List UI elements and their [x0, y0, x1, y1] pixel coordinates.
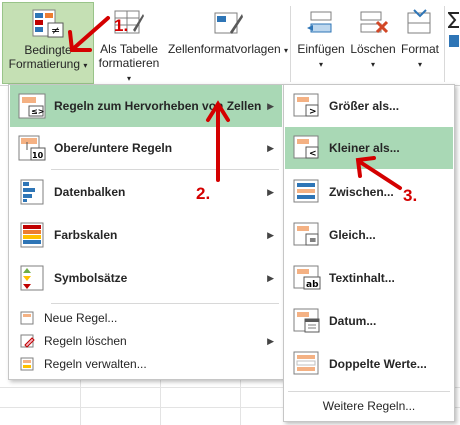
submenu-item-label: Zwischen... [329, 185, 394, 199]
menu-item-label: Datenbalken [54, 185, 126, 199]
conditional-formatting-icon: ≠ [32, 9, 64, 38]
submenu-item-between[interactable]: Zwischen... [285, 171, 453, 213]
svg-text:10: 10 [32, 151, 44, 160]
submenu-item-duplicate-values[interactable]: Doppelte Werte... [285, 343, 453, 385]
dropdown-caret-icon: ▾ [417, 60, 422, 69]
delete-cells-icon [360, 11, 389, 34]
insert-button[interactable]: Einfügen ▾ [294, 2, 348, 84]
dropdown-caret-icon: ▾ [284, 46, 289, 55]
data-bars-icon [10, 178, 54, 206]
svg-text:=: = [309, 236, 317, 246]
svg-text:≤>: ≤> [31, 107, 44, 116]
menu-item-label: Neue Regel... [44, 311, 118, 325]
submenu-item-more-rules[interactable]: Weitere Regeln... [285, 395, 453, 417]
menu-item-label: Symbolsätze [54, 271, 128, 285]
dropdown-caret-icon: ▾ [370, 60, 375, 69]
format-cells-icon [407, 9, 431, 34]
submenu-arrow-icon: ▶ [267, 100, 274, 111]
cond-format-label-1: Bedingte [24, 43, 72, 57]
submenu-item-equal-to[interactable]: = Gleich... [285, 214, 453, 256]
greater-than-icon: > [285, 92, 329, 120]
menu-item-manage-rules[interactable]: Regeln verwalten... [10, 353, 282, 375]
submenu-arrow-icon: ▶ [267, 142, 274, 153]
annotation-step-3: 3. [403, 186, 418, 205]
submenu-item-greater-than[interactable]: > Größer als... [285, 85, 453, 127]
menu-item-icon-sets[interactable]: Symbolsätze ▶ [10, 257, 282, 299]
table-label-2: formatieren ▾ [98, 56, 160, 83]
highlight-cells-rules-icon: ≤> [10, 92, 54, 120]
cell-styles-label: Zellenformatvorlagen ▾ [167, 42, 289, 56]
submenu-arrow-icon: ▶ [267, 335, 274, 346]
submenu-item-label: Gleich... [329, 228, 376, 242]
conditional-formatting-menu: ≤> Regeln zum Hervorheben von Zellen ▶ 1… [8, 84, 284, 380]
svg-text:<: < [309, 149, 317, 159]
menu-separator [51, 169, 279, 170]
dropdown-caret-icon: ▾ [83, 61, 88, 70]
menu-item-highlight-cell-rules[interactable]: ≤> Regeln zum Hervorheben von Zellen ▶ [10, 85, 282, 127]
submenu-item-label: Datum... [329, 314, 377, 328]
submenu-item-less-than[interactable]: < Kleiner als... [285, 127, 453, 169]
menu-item-new-rule[interactable]: Neue Regel... [10, 307, 282, 329]
submenu-item-label: Weitere Regeln... [322, 399, 416, 413]
svg-text:>: > [309, 107, 317, 117]
insert-cells-icon [307, 11, 332, 33]
submenu-item-label: Textinhalt... [329, 271, 395, 285]
submenu-arrow-icon: ▶ [267, 186, 274, 197]
conditional-formatting-button[interactable]: ≠ Bedingte Formatierung ▾ [2, 2, 94, 84]
clear-rules-icon [10, 333, 44, 349]
manage-rules-icon [10, 356, 44, 372]
menu-item-label: Regeln löschen [44, 334, 127, 348]
annotation-step-2: 2. [196, 184, 211, 203]
date-occurring-icon [285, 307, 329, 335]
cond-format-label-2: Formatierung ▾ [8, 57, 88, 71]
format-as-table-button[interactable]: Als Tabelle formatieren ▾ [96, 2, 162, 84]
menu-separator [51, 303, 279, 304]
sum-icon[interactable] [448, 12, 460, 28]
menu-item-color-scales[interactable]: Farbskalen ▶ [10, 214, 282, 256]
submenu-item-label: Größer als... [329, 99, 400, 113]
cell-styles-icon [214, 12, 243, 34]
highlight-cells-submenu: > Größer als... < Kleiner als... Zwische… [283, 84, 455, 422]
insert-label: Einfügen ▾ [297, 42, 345, 69]
submenu-item-label: Doppelte Werte... [329, 357, 427, 371]
dropdown-caret-icon: ▾ [126, 74, 131, 83]
menu-item-label: Obere/untere Regeln [54, 141, 173, 155]
less-than-icon: < [285, 134, 329, 162]
dropdown-caret-icon: ▾ [318, 60, 323, 69]
menu-item-top-bottom-rules[interactable]: 10 Obere/untere Regeln ▶ [10, 127, 282, 169]
submenu-item-date[interactable]: Datum... [285, 300, 453, 342]
submenu-item-text-contains[interactable]: ab Textinhalt... [285, 257, 453, 299]
icon-sets-icon [10, 264, 54, 292]
menu-item-label: Regeln verwalten... [44, 357, 147, 371]
submenu-item-label: Kleiner als... [329, 141, 400, 155]
annotation-step-1: 1. [114, 16, 129, 35]
duplicate-values-icon [285, 350, 329, 378]
ribbon: ≠ Bedingte Formatierung ▾ Als Tabelle fo… [0, 0, 460, 86]
submenu-arrow-icon: ▶ [267, 229, 274, 240]
equal-to-icon: = [285, 221, 329, 249]
fill-icon[interactable] [448, 34, 460, 48]
format-button[interactable]: Format ▾ [398, 2, 442, 84]
submenu-arrow-icon: ▶ [267, 272, 274, 283]
delete-label: Löschen ▾ [350, 42, 396, 69]
menu-item-clear-rules[interactable]: Regeln löschen ▶ [10, 330, 282, 352]
menu-item-data-bars[interactable]: Datenbalken ▶ [10, 171, 282, 213]
top-bottom-rules-icon: 10 [10, 134, 54, 162]
table-label-1: Als Tabelle [100, 42, 158, 56]
ribbon-separator [444, 6, 445, 82]
svg-text:ab: ab [306, 280, 319, 290]
color-scales-icon [10, 221, 54, 249]
menu-item-label: Regeln zum Hervorheben von Zellen [54, 99, 262, 113]
menu-separator [288, 391, 450, 392]
text-contains-icon: ab [285, 264, 329, 292]
new-rule-icon [10, 310, 44, 326]
ribbon-separator [290, 6, 291, 82]
between-icon [285, 178, 329, 206]
svg-text:≠: ≠ [51, 24, 60, 37]
delete-button[interactable]: Löschen ▾ [348, 2, 398, 84]
cell-styles-button[interactable]: Zellenformatvorlagen ▾ [166, 2, 290, 84]
format-label: Format ▾ [400, 42, 439, 69]
menu-item-label: Farbskalen [54, 228, 118, 242]
